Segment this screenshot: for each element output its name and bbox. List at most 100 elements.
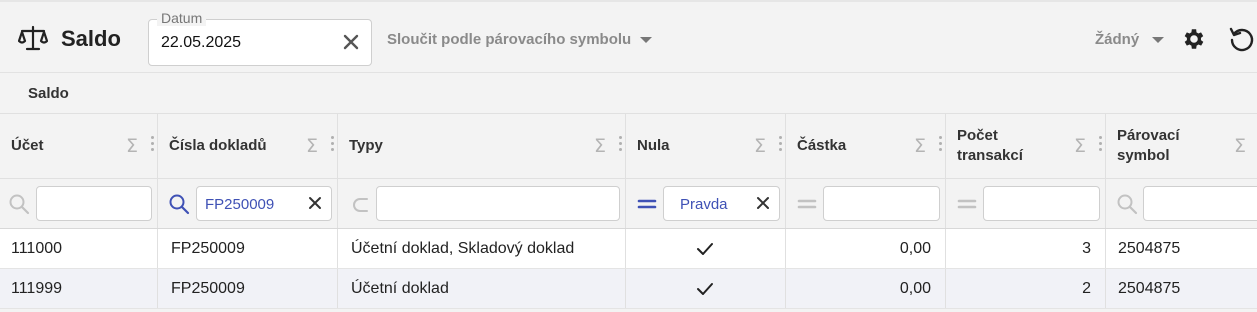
types-filter-input[interactable] bbox=[376, 186, 620, 221]
column-label: Počet transakcí bbox=[957, 126, 1023, 166]
cell-text: FP250009 bbox=[171, 240, 245, 257]
column-header-transaction-count[interactable]: Počet transakcí Σ bbox=[946, 114, 1106, 178]
column-label: Nula bbox=[637, 137, 670, 154]
sigma-icon[interactable]: Σ bbox=[126, 135, 138, 157]
filter-cell-zero: Pravda bbox=[626, 179, 786, 228]
search-icon bbox=[9, 194, 30, 215]
column-menu-icon[interactable] bbox=[151, 136, 155, 154]
clear-icon[interactable] bbox=[341, 32, 361, 52]
filter-cell-account bbox=[0, 179, 158, 228]
sigma-icon[interactable]: Σ bbox=[1234, 135, 1246, 157]
equals-icon bbox=[797, 199, 817, 209]
column-label-line2: symbol bbox=[1117, 147, 1170, 164]
cell-text: 2504875 bbox=[1118, 280, 1181, 297]
cell-types: Účetní doklad bbox=[338, 269, 626, 308]
cell-text: Účetní doklad, Skladový doklad bbox=[351, 240, 575, 257]
page-title: Saldo bbox=[61, 26, 121, 51]
cell-types: Účetní doklad, Skladový doklad bbox=[338, 229, 626, 268]
table-row[interactable]: 111999 FP250009 Účetní doklad 0,00 2 250… bbox=[0, 269, 1257, 309]
filter-cell-transaction-count bbox=[946, 179, 1106, 228]
cell-text: 2504875 bbox=[1118, 240, 1181, 257]
cell-docs: FP250009 bbox=[158, 269, 338, 308]
section-header: Saldo bbox=[0, 72, 1257, 113]
column-header-amount[interactable]: Částka Σ bbox=[786, 114, 946, 178]
check-icon bbox=[697, 283, 713, 295]
filter-cell-doc-numbers: FP250009 bbox=[158, 179, 338, 228]
sigma-icon[interactable]: Σ bbox=[754, 135, 766, 157]
sigma-icon[interactable]: Σ bbox=[1074, 135, 1086, 157]
scale-icon bbox=[18, 25, 48, 51]
cell-amount: 0,00 bbox=[786, 269, 946, 308]
cell-count: 3 bbox=[946, 229, 1106, 268]
clear-icon[interactable] bbox=[755, 195, 771, 211]
matching-symbol-filter-input[interactable] bbox=[1143, 186, 1257, 221]
sigma-icon[interactable]: Σ bbox=[914, 135, 926, 157]
chevron-down-icon[interactable] bbox=[1152, 37, 1164, 43]
cell-text: 111000 bbox=[11, 240, 63, 257]
column-header-zero[interactable]: Nula Σ bbox=[626, 114, 786, 178]
cell-text: 111999 bbox=[11, 280, 63, 297]
filter-value: FP250009 bbox=[205, 196, 275, 213]
column-label: Účet bbox=[11, 137, 44, 154]
column-label-line2: transakcí bbox=[957, 147, 1023, 164]
subset-icon bbox=[353, 198, 368, 212]
cell-zero bbox=[626, 269, 786, 308]
clear-icon[interactable] bbox=[307, 195, 323, 211]
column-header-types[interactable]: Typy Σ bbox=[338, 114, 626, 178]
cell-account: 111999 bbox=[0, 269, 158, 308]
column-label: Částka bbox=[797, 137, 847, 154]
column-label: Čísla dokladů bbox=[169, 137, 267, 154]
column-label-line1: Párovací bbox=[1117, 127, 1180, 144]
cell-amount: 0,00 bbox=[786, 229, 946, 268]
equals-icon bbox=[637, 199, 657, 209]
cell-text: 0,00 bbox=[899, 240, 931, 257]
cell-docs: FP250009 bbox=[158, 229, 338, 268]
none-select[interactable]: Žádný bbox=[1095, 31, 1139, 48]
filter-cell-types bbox=[338, 179, 626, 228]
gear-icon[interactable] bbox=[1181, 26, 1207, 52]
cell-count: 2 bbox=[946, 269, 1106, 308]
doc-numbers-filter-input[interactable]: FP250009 bbox=[196, 186, 332, 221]
search-icon bbox=[1117, 194, 1138, 215]
date-value[interactable]: 22.05.2025 bbox=[161, 34, 241, 52]
column-header-doc-numbers[interactable]: Čísla dokladů Σ bbox=[158, 114, 338, 178]
merge-select[interactable]: Sloučit podle párovacího symbolu bbox=[387, 31, 631, 48]
table-row[interactable]: 111000 FP250009 Účetní doklad, Skladový … bbox=[0, 229, 1257, 269]
column-menu-icon[interactable] bbox=[1099, 136, 1103, 154]
column-menu-icon[interactable] bbox=[939, 136, 943, 154]
cell-symbol: 2504875 bbox=[1106, 229, 1257, 268]
sigma-icon[interactable]: Σ bbox=[594, 135, 606, 157]
zero-filter-input[interactable]: Pravda bbox=[663, 186, 780, 221]
filter-row: FP250009 Pravda bbox=[0, 179, 1257, 229]
cell-account: 111000 bbox=[0, 229, 158, 268]
equals-icon bbox=[957, 199, 977, 209]
cell-text: 3 bbox=[1082, 240, 1091, 257]
column-label: Typy bbox=[349, 137, 383, 154]
transaction-count-filter-input[interactable] bbox=[983, 186, 1100, 221]
date-field[interactable]: Datum 22.05.2025 bbox=[148, 10, 372, 66]
cell-symbol: 2504875 bbox=[1106, 269, 1257, 308]
filter-cell-amount bbox=[786, 179, 946, 228]
undo-icon[interactable] bbox=[1228, 25, 1256, 53]
cell-text: 0,00 bbox=[899, 280, 931, 297]
filter-value: Pravda bbox=[680, 196, 728, 213]
column-menu-icon[interactable] bbox=[619, 136, 623, 154]
column-label: Párovací symbol bbox=[1117, 126, 1180, 166]
table-header-row: Účet Σ Čísla dokladů Σ Typy Σ Nula Σ Čás… bbox=[0, 114, 1257, 179]
column-header-matching-symbol[interactable]: Párovací symbol Σ bbox=[1106, 114, 1257, 178]
column-label-line1: Počet bbox=[957, 127, 998, 144]
section-title: Saldo bbox=[28, 85, 69, 102]
chevron-down-icon[interactable] bbox=[640, 37, 652, 43]
saldo-table: Účet Σ Čísla dokladů Σ Typy Σ Nula Σ Čás… bbox=[0, 113, 1257, 309]
column-menu-icon[interactable] bbox=[331, 136, 335, 154]
date-field-label: Datum bbox=[157, 10, 207, 26]
sigma-icon[interactable]: Σ bbox=[306, 135, 318, 157]
amount-filter-input[interactable] bbox=[823, 186, 940, 221]
cell-text: 2 bbox=[1082, 280, 1091, 297]
account-filter-input[interactable] bbox=[36, 186, 152, 221]
column-menu-icon[interactable] bbox=[779, 136, 783, 154]
cell-text: FP250009 bbox=[171, 280, 245, 297]
column-header-account[interactable]: Účet Σ bbox=[0, 114, 158, 178]
cell-zero bbox=[626, 229, 786, 268]
search-icon bbox=[169, 194, 190, 215]
